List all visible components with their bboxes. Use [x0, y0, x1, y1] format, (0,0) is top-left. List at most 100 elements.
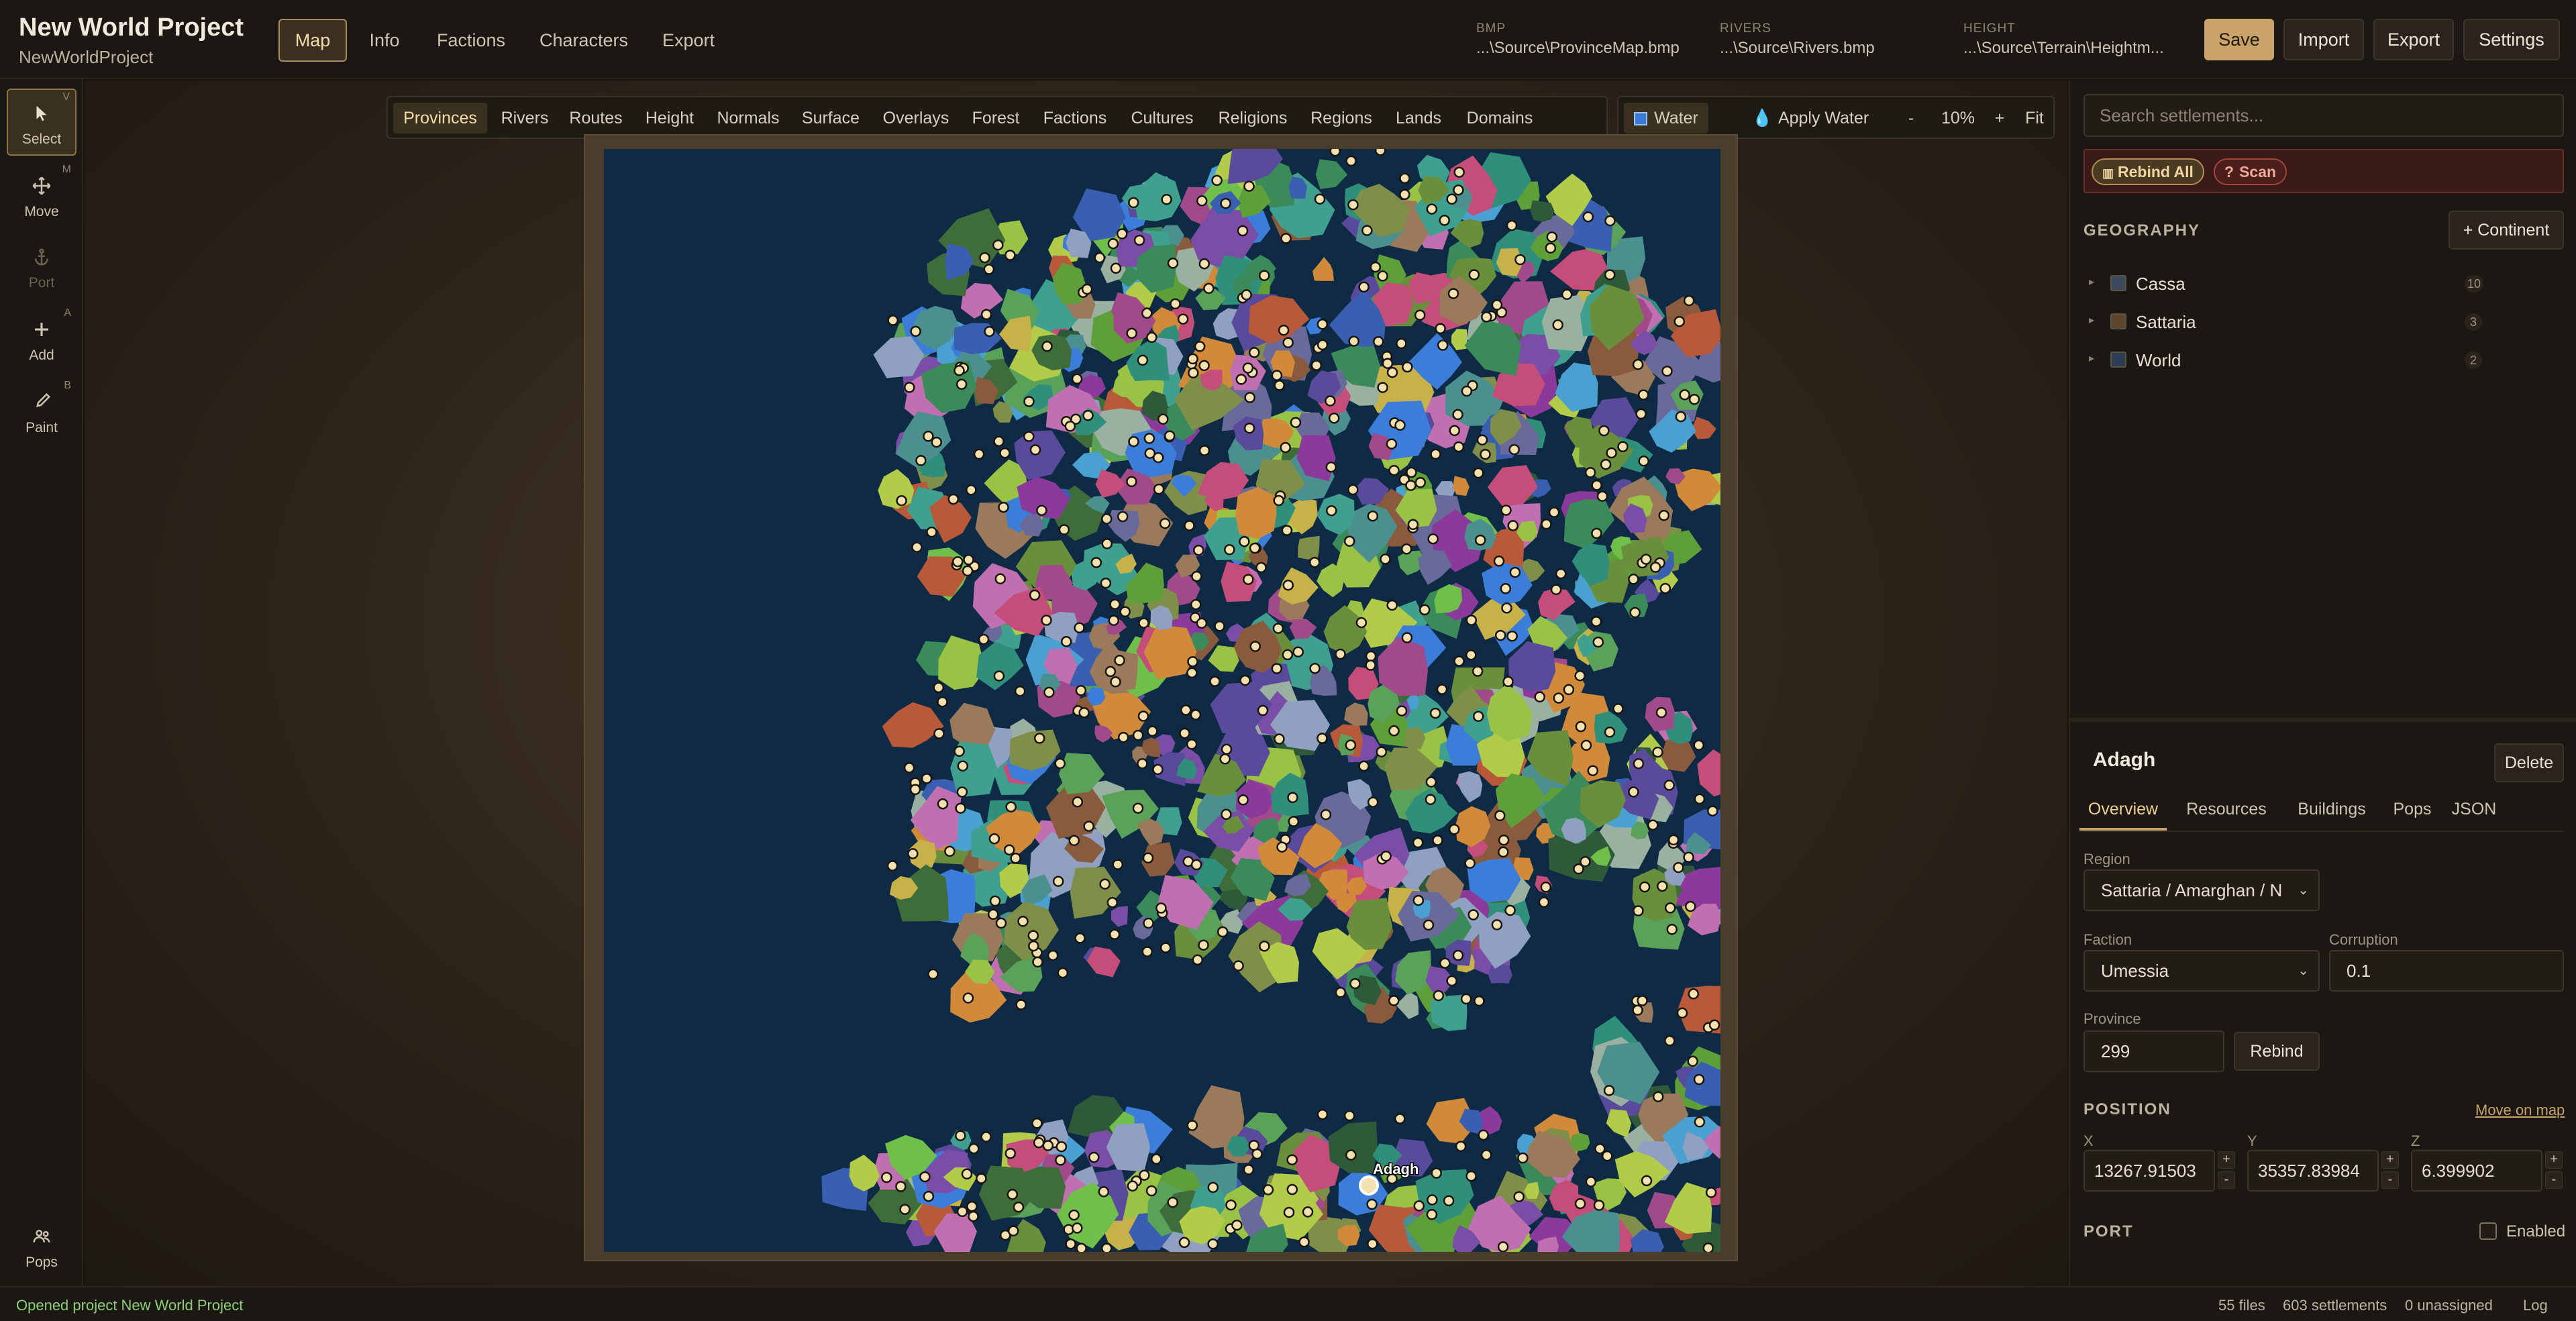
settlement-marker[interactable]: [1604, 269, 1616, 280]
settlement-marker[interactable]: [1081, 283, 1093, 295]
settlement-marker[interactable]: [1591, 480, 1602, 491]
height-path-value[interactable]: ...\Source\Terrain\Heightm...: [1963, 39, 2164, 58]
settlement-marker[interactable]: [1612, 703, 1624, 715]
settlement-marker[interactable]: [1580, 739, 1592, 751]
settlement-marker[interactable]: [1128, 435, 1139, 447]
settlement-marker[interactable]: [1400, 543, 1412, 555]
settlement-marker[interactable]: [1602, 1150, 1613, 1162]
settlement-marker[interactable]: [1013, 1201, 1025, 1213]
settlement-marker[interactable]: [1480, 448, 1491, 460]
settlement-marker[interactable]: [1406, 466, 1417, 478]
settlement-marker[interactable]: [1708, 1019, 1720, 1031]
settlement-marker[interactable]: [1180, 704, 1192, 716]
settlement-marker[interactable]: [1494, 629, 1506, 641]
settlement-marker[interactable]: [1386, 366, 1398, 378]
settlement-marker[interactable]: [1017, 916, 1029, 927]
settlement-marker[interactable]: [1286, 1154, 1298, 1165]
settlement-marker[interactable]: [1461, 385, 1473, 397]
settlement-marker[interactable]: [995, 917, 1007, 929]
settlement-marker[interactable]: [1239, 674, 1251, 686]
settlement-marker[interactable]: [954, 365, 965, 376]
settlement-marker[interactable]: [1309, 663, 1321, 674]
save-button[interactable]: Save: [2204, 19, 2274, 60]
settlement-marker[interactable]: [1029, 444, 1041, 456]
settlement-marker[interactable]: [1658, 510, 1670, 521]
layer-tab-routes[interactable]: Routes: [561, 103, 631, 134]
settlement-marker[interactable]: [1430, 448, 1441, 460]
settlement-marker[interactable]: [1137, 710, 1149, 722]
scan-button[interactable]: ? Scan: [2214, 158, 2287, 185]
settlement-marker[interactable]: [1110, 262, 1122, 274]
settlement-marker[interactable]: [1271, 370, 1283, 381]
settlement-marker[interactable]: [983, 264, 995, 275]
settlement-marker[interactable]: [1029, 589, 1041, 601]
settlement-marker[interactable]: [1198, 258, 1210, 270]
settlement-marker[interactable]: [1325, 395, 1336, 407]
x-decrement[interactable]: -: [2218, 1171, 2235, 1189]
settlement-marker[interactable]: [1380, 850, 1392, 862]
settlement-marker[interactable]: [923, 1190, 935, 1202]
settlement-marker[interactable]: [1255, 562, 1267, 574]
settlement-marker[interactable]: [1244, 392, 1255, 403]
settlement-marker[interactable]: [1137, 354, 1149, 366]
nav-tab-map[interactable]: Map: [278, 19, 347, 62]
province-region[interactable]: [1569, 1132, 1590, 1151]
nav-tab-export[interactable]: Export: [648, 19, 729, 62]
settlement-marker[interactable]: [1506, 219, 1518, 231]
settlement-marker[interactable]: [1555, 568, 1567, 580]
settlement-marker[interactable]: [992, 239, 1004, 251]
settlement-marker[interactable]: [1014, 685, 1026, 697]
settlement-marker[interactable]: [962, 992, 974, 1004]
settlement-marker[interactable]: [1282, 337, 1294, 348]
province-input[interactable]: 299: [2083, 1031, 2224, 1072]
settlement-marker[interactable]: [1580, 856, 1591, 867]
settlement-marker[interactable]: [1693, 1073, 1705, 1086]
rebind-all-button[interactable]: ▥ Rebind All: [2092, 158, 2204, 185]
settlement-marker[interactable]: [907, 848, 919, 859]
settlement-marker[interactable]: [1652, 1091, 1664, 1102]
settlement-marker[interactable]: [955, 1130, 966, 1141]
settlement-marker[interactable]: [1259, 941, 1270, 952]
settlement-marker[interactable]: [1282, 579, 1294, 591]
settlement-marker[interactable]: [1493, 556, 1505, 567]
settlement-marker[interactable]: [968, 1210, 979, 1222]
settlement-marker[interactable]: [1141, 307, 1153, 319]
settlement-marker[interactable]: [1057, 967, 1069, 979]
settlement-marker[interactable]: [1041, 341, 1053, 352]
settlement-marker[interactable]: [1224, 544, 1235, 556]
settlement-marker[interactable]: [1286, 1183, 1298, 1196]
settlement-marker[interactable]: [1377, 382, 1388, 393]
settlement-marker[interactable]: [1600, 458, 1612, 470]
settlement-marker[interactable]: [966, 1200, 978, 1212]
settlement-marker[interactable]: [1078, 706, 1090, 719]
settlement-marker[interactable]: [1546, 231, 1558, 243]
settlement-marker[interactable]: [1439, 215, 1450, 226]
settlement-marker[interactable]: [1635, 408, 1647, 420]
settlement-marker[interactable]: [1657, 880, 1668, 892]
settlement-marker[interactable]: [1361, 225, 1373, 236]
settlement-marker[interactable]: [1481, 311, 1492, 323]
settlement-marker[interactable]: [1047, 949, 1059, 961]
settlement-marker[interactable]: [956, 786, 968, 798]
settlement-marker[interactable]: [1448, 823, 1460, 835]
settlement-marker[interactable]: [1476, 434, 1488, 445]
settlement-marker[interactable]: [1679, 389, 1690, 401]
settlement-marker[interactable]: [1474, 534, 1486, 546]
settlement-marker[interactable]: [1396, 705, 1408, 717]
settlement-marker[interactable]: [1262, 1184, 1274, 1196]
settlement-marker[interactable]: [1271, 663, 1283, 674]
settlement-marker[interactable]: [1386, 599, 1398, 611]
settlement-marker[interactable]: [903, 762, 915, 774]
settlement-marker[interactable]: [1705, 1187, 1717, 1198]
settlement-marker[interactable]: [1427, 1194, 1438, 1206]
settlement-marker[interactable]: [1132, 802, 1144, 814]
settlement-marker[interactable]: [1455, 1141, 1467, 1152]
layer-tab-normals[interactable]: Normals: [709, 103, 788, 134]
move-on-map-link[interactable]: Move on map: [2475, 1102, 2565, 1119]
settlement-marker[interactable]: [1314, 193, 1326, 205]
zoom-in-button[interactable]: +: [1986, 103, 2013, 134]
settlement-marker[interactable]: [1453, 655, 1465, 667]
settlement-marker[interactable]: [1280, 441, 1291, 454]
settlement-marker[interactable]: [1688, 988, 1700, 1000]
province-region[interactable]: [1488, 963, 1512, 984]
